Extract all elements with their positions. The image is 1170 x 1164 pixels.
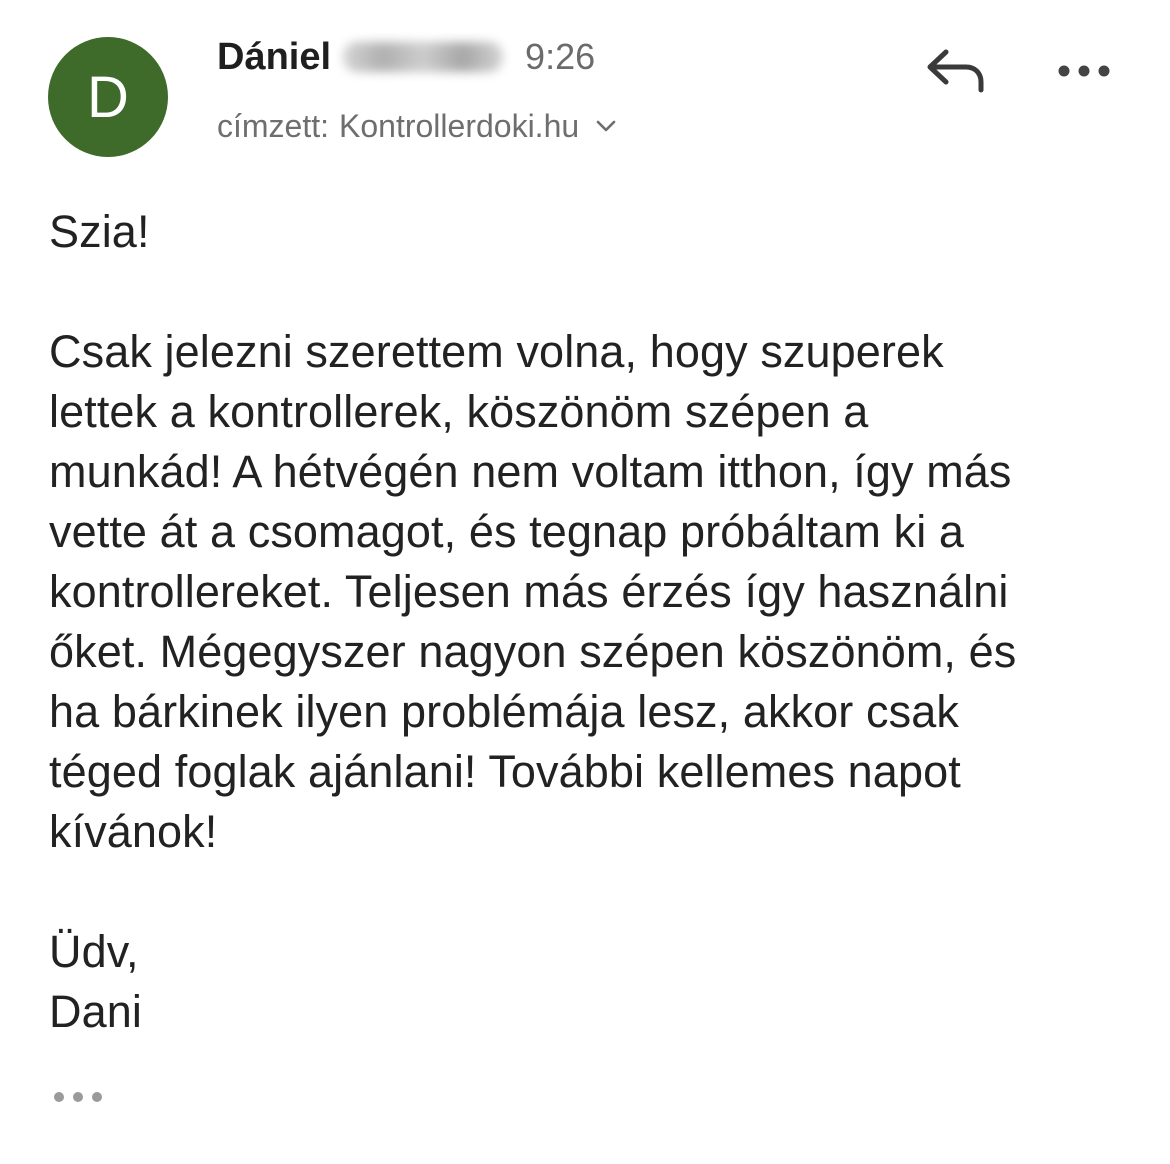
sender-line: Dániel 9:26 [217, 34, 595, 80]
more-horizontal-icon [1056, 63, 1112, 84]
avatar-letter: D [87, 64, 129, 130]
body-line: kontrollereket. Teljesen más érzés így h… [49, 566, 1009, 617]
body-line: Csak jelezni szerettem volna, hogy szupe… [49, 326, 944, 377]
chevron-down-icon[interactable] [595, 115, 617, 137]
body-line: vette át a csomagot, és tegnap próbáltam… [49, 506, 965, 557]
signature: Dani [49, 986, 142, 1037]
body-line: lettek a kontrollerek, köszönöm szépen a [49, 386, 869, 437]
body-line: őket. Mégegyszer nagyon szépen köszönöm,… [49, 626, 1017, 677]
show-trimmed-content-button[interactable] [50, 1086, 106, 1112]
recipient-details-toggle[interactable]: címzett: Kontrollerdoki.hu [217, 104, 617, 148]
sender-avatar[interactable]: D [48, 37, 168, 157]
message-time: 9:26 [525, 36, 596, 77]
message-header: D Dániel 9:26 címzett: Kontrollerdoki.hu [0, 0, 1170, 170]
body-line: kívánok! [49, 806, 218, 857]
body-line: ha bárkinek ilyen problémája lesz, akkor… [49, 686, 959, 737]
more-options-button[interactable] [1052, 56, 1116, 90]
recipient-value: Kontrollerdoki.hu [339, 107, 580, 144]
reply-icon [924, 46, 986, 101]
body-line: téged foglak ajánlani! További kellemes … [49, 746, 961, 797]
body-line: munkád! A hétvégén nem voltam itthon, íg… [49, 446, 1012, 497]
main-paragraph: Csak jelezni szerettem volna, hogy szupe… [49, 322, 1139, 862]
greeting: Szia! [49, 206, 150, 257]
ellipsis-icon [52, 1090, 104, 1109]
recipient-label: címzett: [217, 107, 330, 144]
sender-name[interactable]: Dániel [217, 36, 331, 79]
closing: Üdv, [49, 926, 139, 977]
message-body: Szia! Csak jelezni szerettem volna, hogy… [49, 202, 1139, 1042]
redacted-surname [343, 42, 504, 72]
reply-button[interactable] [920, 44, 990, 102]
